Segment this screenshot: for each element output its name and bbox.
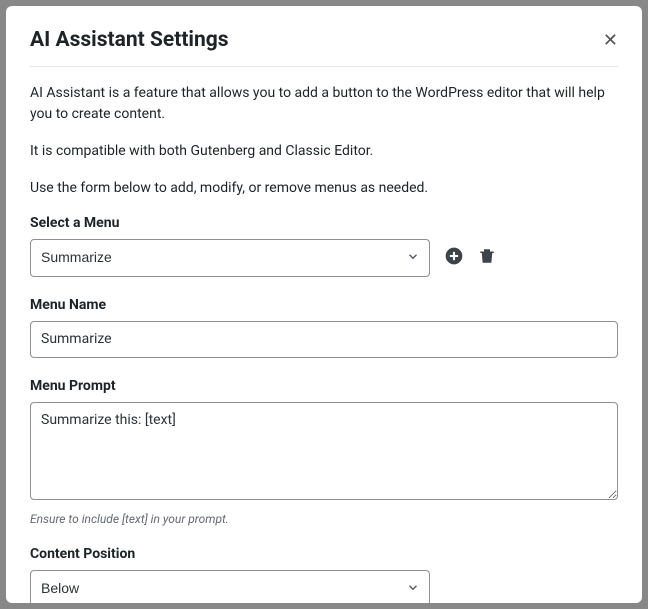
menu-prompt-label: Menu Prompt [30, 378, 618, 394]
content-position-dropdown[interactable]: Below [30, 570, 430, 603]
intro-paragraph-1: AI Assistant is a feature that allows yo… [30, 83, 618, 125]
select-menu-label: Select a Menu [30, 215, 618, 231]
menu-prompt-hint: Ensure to include [text] in your prompt. [30, 512, 618, 526]
menu-name-label: Menu Name [30, 297, 618, 313]
menu-name-input[interactable] [30, 321, 618, 359]
modal-header: AI Assistant Settings ✕ [30, 28, 618, 67]
plus-circle-icon [444, 246, 464, 270]
content-position-label: Content Position [30, 546, 618, 562]
add-menu-button[interactable] [444, 246, 464, 270]
settings-modal: AI Assistant Settings ✕ AI Assistant is … [6, 6, 642, 603]
select-menu-dropdown[interactable]: Summarize [30, 239, 430, 277]
intro-paragraph-3: Use the form below to add, modify, or re… [30, 178, 618, 199]
modal-title: AI Assistant Settings [30, 28, 229, 52]
intro-paragraph-2: It is compatible with both Gutenberg and… [30, 141, 618, 162]
close-button[interactable]: ✕ [603, 31, 618, 49]
trash-icon [478, 247, 496, 269]
delete-menu-button[interactable] [478, 247, 496, 269]
close-icon: ✕ [603, 30, 618, 50]
menu-prompt-textarea[interactable] [30, 402, 618, 500]
